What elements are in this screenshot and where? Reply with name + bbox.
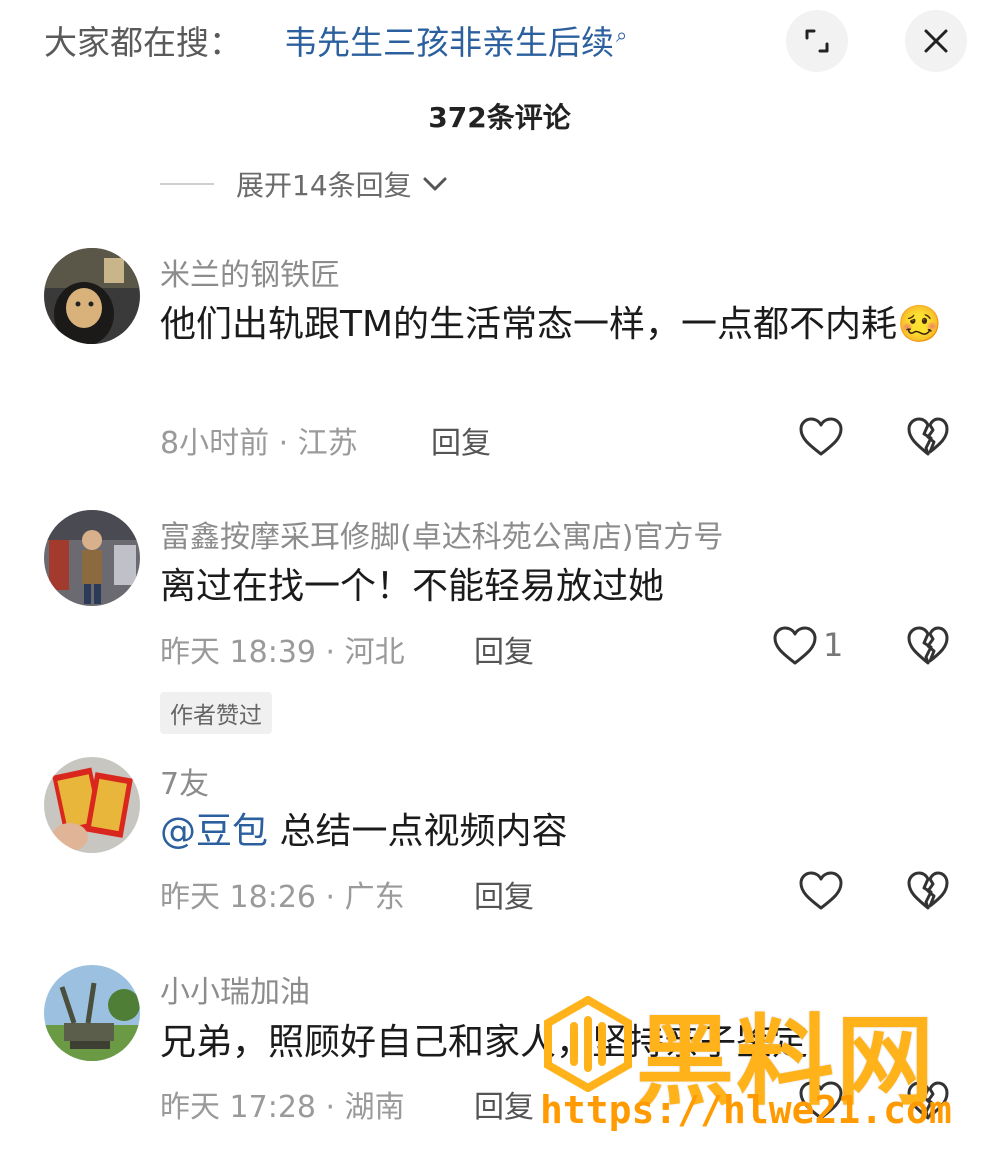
comment-meta: 8小时前 · 江苏 <box>160 426 358 461</box>
mention-link[interactable]: @豆包 <box>160 811 268 852</box>
reply-button[interactable]: 回复 <box>431 418 491 462</box>
comment-content: @豆包 总结一点视频内容 <box>160 803 950 861</box>
reply-button[interactable]: 回复 <box>474 872 534 916</box>
author-liked-badge: 作者赞过 <box>160 692 272 734</box>
dizzy-face-emoji: 🥴 <box>897 304 942 345</box>
broken-heart-icon[interactable] <box>906 870 950 912</box>
expand-replies-button[interactable]: 展开14条回复 <box>160 164 448 204</box>
avatar[interactable] <box>44 965 140 1061</box>
heart-icon[interactable] <box>798 416 844 458</box>
chevron-down-icon <box>423 177 447 191</box>
comment-time: 昨天 18:26 <box>160 880 316 915</box>
trending-search-link[interactable]: 韦先生三孩非亲生后续 ⌕ <box>284 16 627 64</box>
heart-icon[interactable] <box>772 625 818 667</box>
watermark-logo-icon <box>544 996 632 1092</box>
comment-meta: 昨天 18:39 · 河北 <box>160 635 405 670</box>
reply-button[interactable]: 回复 <box>474 627 534 671</box>
reply-button[interactable]: 回复 <box>474 1082 534 1126</box>
expand-icon <box>805 29 829 53</box>
expand-button[interactable] <box>786 10 848 72</box>
search-prefix: 大家都在搜： <box>44 23 242 62</box>
comment-location: 河北 <box>344 635 405 670</box>
avatar[interactable] <box>44 248 140 344</box>
watermark: 黑料网 https://hlwe21.com <box>540 988 990 1148</box>
comment-time: 昨天 18:39 <box>160 635 316 670</box>
like-count: 1 <box>823 626 844 664</box>
search-icon: ⌕ <box>616 23 628 47</box>
comment-meta: 昨天 17:28 · 湖南 <box>160 1090 405 1125</box>
comment-time: 8小时前 <box>160 426 270 461</box>
comment-username[interactable]: 7友 <box>160 759 209 803</box>
comment-time: 昨天 17:28 <box>160 1090 316 1125</box>
comment-content: 离过在找一个！不能轻易放过她 <box>160 558 950 616</box>
broken-heart-icon[interactable] <box>906 416 950 458</box>
comment-text: 总结一点视频内容 <box>279 811 568 852</box>
comment-username[interactable]: 富鑫按摩采耳修脚(卓达科苑公寓店)官方号 <box>160 512 723 556</box>
broken-heart-icon[interactable] <box>906 625 950 667</box>
close-button[interactable] <box>905 10 967 72</box>
trending-search-text: 韦先生三孩非亲生后续 <box>284 23 614 62</box>
comment-count-title: 372条评论 <box>428 101 571 134</box>
comment-location: 湖南 <box>344 1090 405 1125</box>
divider <box>160 183 214 185</box>
comment-text: 离过在找一个！不能轻易放过她 <box>160 566 665 607</box>
watermark-url: https://hlwe21.com <box>540 1088 952 1132</box>
expand-replies-label: 展开14条回复 <box>236 169 412 202</box>
comment-content: 他们出轨跟TM的生活常态一样，一点都不内耗🥴 <box>160 296 950 354</box>
comment-meta: 昨天 18:26 · 广东 <box>160 880 405 915</box>
top-search-bar: 大家都在搜： 韦先生三孩非亲生后续 ⌕ <box>0 0 999 90</box>
close-icon <box>924 29 948 53</box>
comment-username[interactable]: 米兰的钢铁匠 <box>160 250 340 294</box>
avatar[interactable] <box>44 510 140 606</box>
comment-location: 广东 <box>344 880 405 915</box>
comment-location: 江苏 <box>297 426 358 461</box>
comment-username[interactable]: 小小瑞加油 <box>160 967 310 1011</box>
heart-icon[interactable] <box>798 870 844 912</box>
avatar[interactable] <box>44 757 140 853</box>
comment-text: 他们出轨跟TM的生活常态一样，一点都不内耗 <box>160 304 898 345</box>
